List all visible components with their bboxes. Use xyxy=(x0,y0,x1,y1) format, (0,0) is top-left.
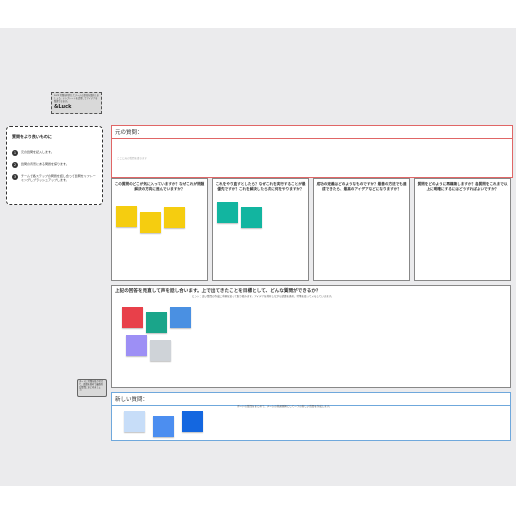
step-text: 元の質問を記入します。 xyxy=(21,150,54,154)
question-frame-3[interactable]: 成功の定義はどのようなものですか？最善の方法でも達成できたら、最高のアイデアなど… xyxy=(313,178,410,281)
original-question-title: 元の質問： xyxy=(112,126,512,139)
step-number: 3 xyxy=(12,174,18,180)
original-question-placeholder[interactable]: ここに元の質問を書きます xyxy=(117,156,147,160)
template-info-text: Luck 付箋を利用してチームの意見を集約しましょう。テンプレートを活用してアイ… xyxy=(54,94,99,103)
step-text: 質問の背景にある問題を探ります。 xyxy=(21,162,69,166)
tip-callout[interactable]: ボードに付箋を貼り付けて、議論を進めて最終的な質問にまとめましょう。 xyxy=(77,379,107,397)
sticky-note-gray[interactable] xyxy=(150,340,171,361)
sticky-note-yellow[interactable] xyxy=(140,212,161,233)
sticky-note-yellow[interactable] xyxy=(116,206,137,227)
sticky-note-green[interactable] xyxy=(146,312,167,333)
goal-frame[interactable]: 上記の回答を見直して声を話し合います。上で出てきたことを目標として、どんな質問が… xyxy=(111,285,511,388)
sticky-note-purple[interactable] xyxy=(126,335,147,356)
sticky-note-blue[interactable] xyxy=(170,307,191,328)
brand-logo: &Luck xyxy=(54,104,72,111)
question-frame-title: 質問をどのように再構築しますか？各質問をこれまで以上に明確にするにはどうすればよ… xyxy=(417,182,508,191)
sticky-note-red[interactable] xyxy=(122,307,143,328)
instruction-step: 3 チームで各ステップの問題を話し合って質問をリフレーミングしブラッシュアップし… xyxy=(12,174,97,182)
step-text: チームで各ステップの問題を話し合って質問をリフレーミングしブラッシュアップします… xyxy=(21,174,96,183)
instructions-panel[interactable]: 質問をより良いものに 1 元の質問を記入します。 2 質問の背景にある問題を探り… xyxy=(6,126,103,205)
goal-subtitle: ヒント：良い質問の作成に手順を追って取り組みます。アイデアを共有しながら議論を進… xyxy=(192,295,334,298)
sticky-note-teal[interactable] xyxy=(241,207,262,228)
question-frame-title: この質問のどこが気に入っていますか？なぜこれが問題解決の方向に進んでいますか？ xyxy=(114,182,205,191)
sticky-note-mid-blue[interactable] xyxy=(153,416,174,437)
instruction-step: 2 質問の背景にある問題を探ります。 xyxy=(12,162,97,168)
goal-title: 上記の回答を見直して声を話し合います。上で出てきたことを目標として、どんな質問が… xyxy=(115,289,321,294)
original-question-frame[interactable]: 元の質問： ここに元の質問を書きます xyxy=(111,125,513,178)
question-frame-title: 成功の定義はどのようなものですか？最善の方法でも達成できたら、最高のアイデアなど… xyxy=(316,182,407,191)
sticky-note-dark-blue[interactable] xyxy=(182,411,203,432)
template-info-card[interactable]: Luck 付箋を利用してチームの意見を集約しましょう。テンプレートを活用してアイ… xyxy=(51,92,102,114)
instruction-step: 1 元の質問を記入します。 xyxy=(12,150,97,156)
question-frame-4[interactable]: 質問をどのように再構築しますか？各質問をこれまで以上に明確にするにはどうすればよ… xyxy=(414,178,511,281)
sticky-note-teal[interactable] xyxy=(217,202,238,223)
tip-callout-text: ボードに付箋を貼り付けて、議論を進めて最終的な質問にまとめましょう。 xyxy=(79,380,104,392)
step-number: 1 xyxy=(12,150,18,156)
instructions-title: 質問をより良いものに xyxy=(12,134,52,139)
sticky-note-yellow[interactable] xyxy=(164,207,185,228)
sticky-note-light-blue[interactable] xyxy=(124,411,145,432)
step-number: 2 xyxy=(12,162,18,168)
new-question-subtitle: ボードの質問をまとめて、チームの共通理解として一つの新しい質問を作成します。 xyxy=(237,405,332,408)
question-frame-title: これをやり直すとしたら？なぜこれを実行することが最優先ですか？これを解決したら次… xyxy=(215,182,306,191)
question-frame-2[interactable]: これをやり直すとしたら？なぜこれを実行することが最優先ですか？これを解決したら次… xyxy=(212,178,309,281)
